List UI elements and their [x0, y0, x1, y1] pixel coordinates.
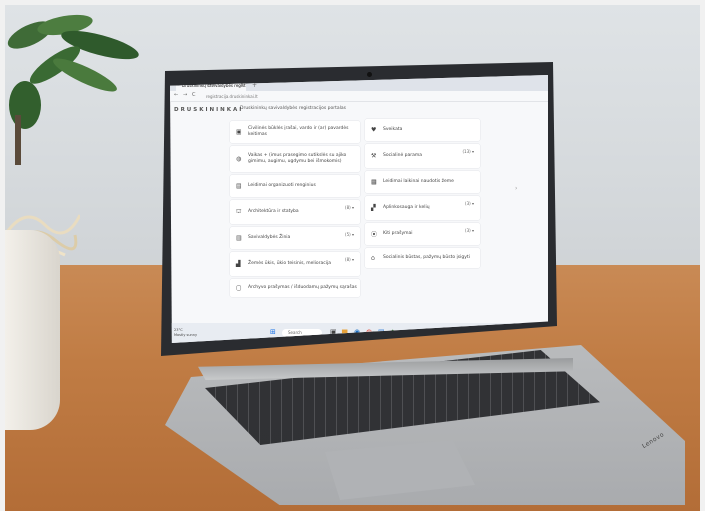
building-icon: ⛫: [236, 208, 242, 215]
road-icon: ▞: [371, 204, 376, 212]
page-title: Druskininkų savivaldybės registracijos p…: [240, 106, 346, 111]
category-count-dropdown[interactable]: (13) ▾: [463, 149, 475, 154]
category-card[interactable]: ⛫ Architektūra ir statyba (8) ▾: [230, 200, 360, 224]
chart-icon: ▟: [236, 260, 241, 268]
category-count-dropdown[interactable]: (3) ▾: [465, 201, 474, 206]
category-label: Aplinkosauga ir kelių: [383, 205, 430, 210]
taskbar-weather[interactable]: 23°C Mostly sunny: [174, 328, 204, 338]
forward-icon[interactable]: →: [183, 92, 187, 98]
category-card[interactable]: ◍ Vaikas + (imus prasegimo sutikslės su a…: [230, 146, 360, 172]
hammer-icon: ⚒: [371, 152, 377, 160]
plant-pot: [5, 230, 60, 430]
laptop-screen: Druskininkų savivaldybės registr... × + …: [170, 75, 548, 343]
person-card-icon: ▣: [236, 128, 242, 136]
url-field[interactable]: registracija.druskininkai.lt: [206, 93, 406, 100]
category-label: Sveikata: [383, 127, 403, 132]
tree-icon: ⦿: [371, 231, 378, 239]
category-label: Leidimai organizuoti renginius: [248, 183, 316, 188]
category-card[interactable]: ▟ Žemės ūkis, ūkio teisinis, melioracija (…: [230, 252, 360, 276]
site-logo[interactable]: DRUSKININKAI: [174, 107, 243, 113]
windows-start-icon[interactable]: ⊞: [270, 328, 276, 336]
category-card[interactable]: ⦿ Kiti prašymai (3) ▾: [365, 223, 480, 245]
category-card[interactable]: ▞ Aplinkosauga ir kelių (3) ▾: [365, 196, 480, 220]
category-card[interactable]: ▢ Archyvo prašymas / išduodamų pažymų sąr…: [230, 279, 360, 297]
category-count-dropdown[interactable]: (5) ▾: [345, 232, 354, 237]
chevron-right-icon[interactable]: ›: [515, 185, 517, 192]
category-label: Žemės ūkis, ūkio teisinis, melioracija: [248, 261, 332, 266]
category-card[interactable]: ♥ Sveikata: [365, 119, 480, 141]
webcam-icon: [367, 72, 372, 77]
category-card[interactable]: ▦ Leidimai laikinai naudotis žeme: [365, 171, 480, 193]
category-card[interactable]: ▤ Leidimai organizuoti renginius: [230, 175, 360, 197]
reload-icon[interactable]: C: [192, 92, 196, 98]
category-card[interactable]: ⚒ Socialinė parama (13) ▾: [365, 144, 480, 168]
photo-scene: Lenovo Druskininkų savivaldybės registr.…: [0, 0, 705, 511]
city-icon: ▥: [236, 234, 242, 242]
back-icon[interactable]: ←: [174, 92, 178, 98]
category-label: Archyvo prašymas / išduodamų pažymų sąra…: [248, 285, 357, 290]
category-count-dropdown[interactable]: (3) ▾: [465, 228, 474, 233]
document-icon: ▢: [236, 284, 242, 292]
plant-leaves-icon: [7, 14, 139, 165]
category-card[interactable]: ⌂ Socialinis būstas, pažymų būsto įsigyti: [365, 248, 480, 268]
category-label: Socialinis būstas, pažymų būsto įsigyti: [383, 255, 470, 260]
category-label: Kiti prašymai: [383, 231, 413, 236]
category-count-dropdown[interactable]: (8) ▾: [345, 205, 354, 210]
category-label: Architektūra ir statyba: [248, 209, 299, 214]
certificate-icon: ▦: [371, 178, 377, 186]
calendar-icon: ▤: [236, 182, 242, 190]
globe-icon: ◍: [236, 155, 242, 163]
category-label: Socialinė parama: [383, 153, 423, 158]
category-label: Vaikas + (imus prasegimo sutikslės su aj…: [248, 153, 347, 164]
category-label: Civilinės būklės įrašai, vardo ir (ar) p…: [248, 126, 349, 137]
category-card[interactable]: ▥ Savivaldybės Žinia (5) ▾: [230, 227, 360, 249]
category-count-dropdown[interactable]: (8) ▾: [345, 257, 354, 262]
home-icon: ⌂: [371, 254, 375, 262]
heart-icon: ♥: [371, 126, 377, 134]
category-label: Leidimai laikinai naudotis žeme: [383, 179, 454, 184]
category-label: Savivaldybės Žinia: [248, 235, 291, 240]
category-card[interactable]: ▣ Civilinės būklės įrašai, vardo ir (ar) …: [230, 121, 360, 143]
